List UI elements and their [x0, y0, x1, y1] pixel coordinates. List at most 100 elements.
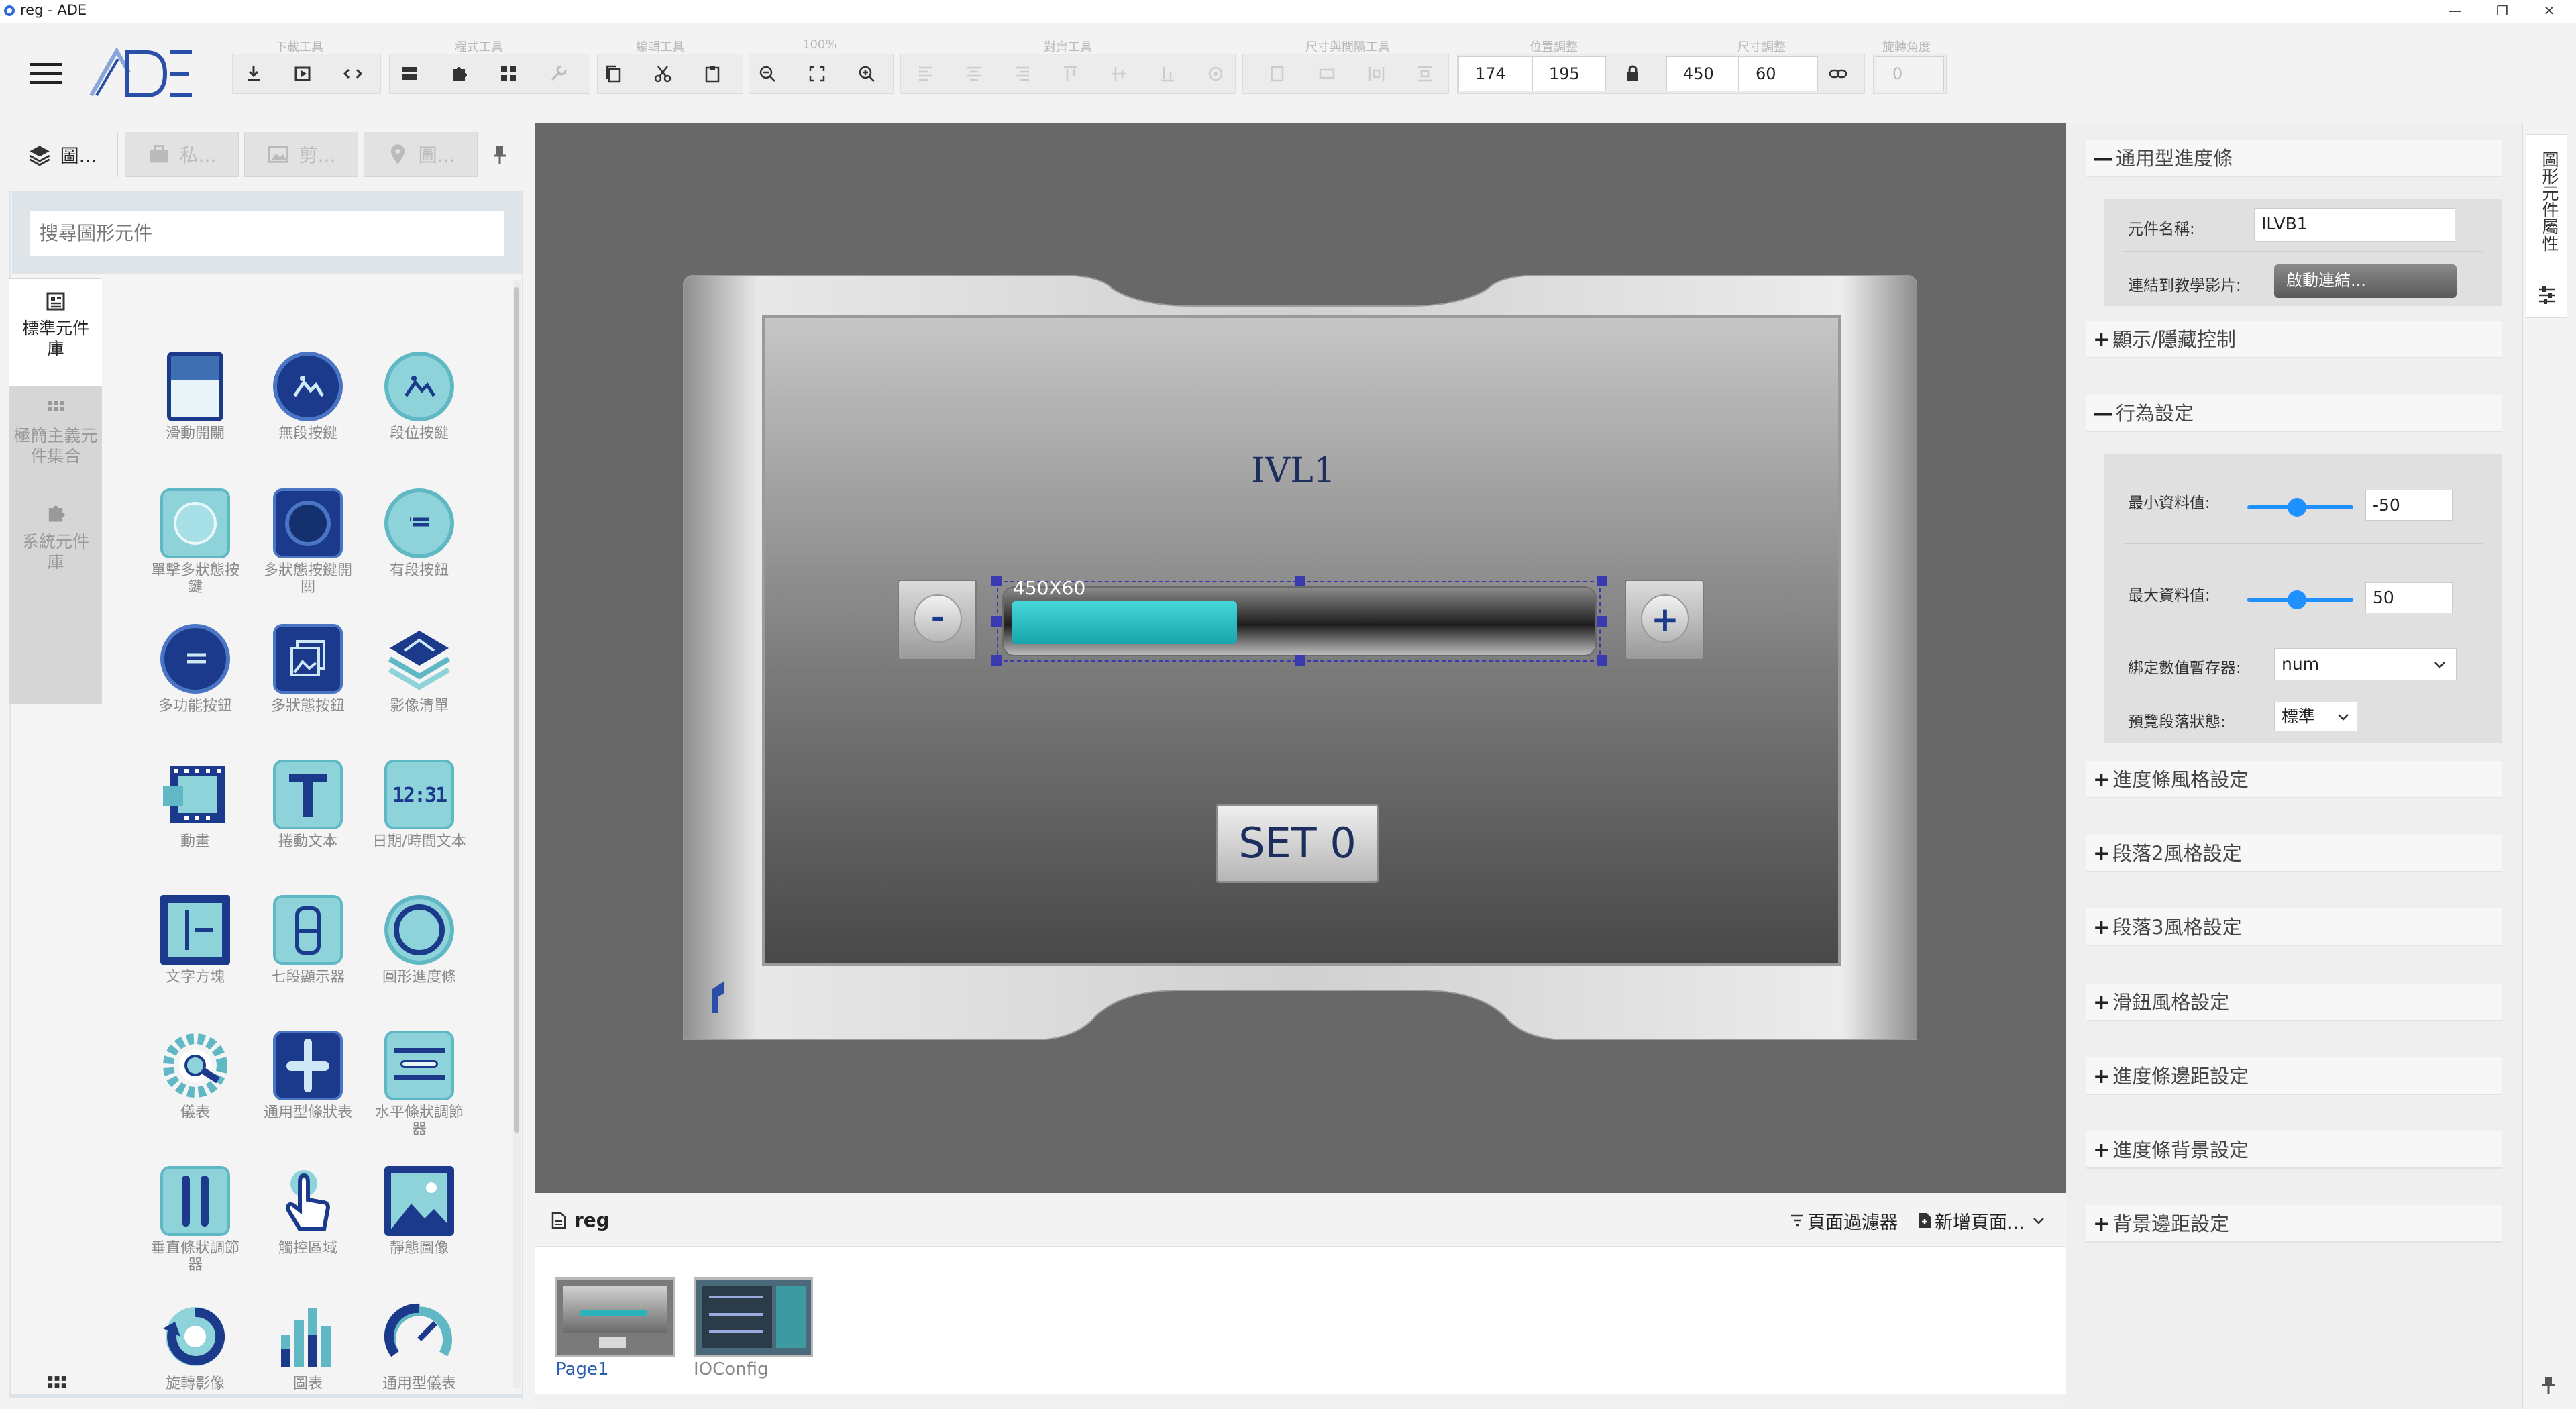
resize-handle-w[interactable]: [991, 616, 1002, 627]
size-height-input[interactable]: 60: [1739, 56, 1818, 91]
position-x-input[interactable]: 174: [1458, 56, 1532, 91]
component-multistate-switch[interactable]: 多狀態按鍵開關: [258, 488, 358, 596]
resize-handle-ne[interactable]: [1597, 576, 1607, 586]
component-horizontal-slider[interactable]: 水平條狀調節器: [369, 1031, 470, 1138]
resize-handle-sw[interactable]: [991, 655, 1002, 666]
component-circular-progress[interactable]: 圓形進度條: [369, 895, 470, 986]
min-value-slider-thumb[interactable]: [2288, 498, 2306, 517]
resize-handle-se[interactable]: [1597, 655, 1607, 666]
chevron-down-icon[interactable]: [2031, 1214, 2046, 1228]
page-thumbnail-page1[interactable]: [555, 1277, 675, 1357]
component-chart[interactable]: 圖表: [258, 1302, 358, 1392]
code-icon[interactable]: [337, 58, 369, 90]
lock-icon[interactable]: [1617, 56, 1649, 91]
puzzle-icon[interactable]: [443, 58, 475, 90]
section-progress-margin[interactable]: + 進度條邊距設定: [2086, 1057, 2502, 1095]
section-progress-background[interactable]: + 進度條背景設定: [2086, 1131, 2502, 1169]
component-step-btn[interactable]: 有段按鈕: [369, 488, 470, 579]
component-static-image[interactable]: 靜態圖像: [369, 1166, 470, 1257]
fit-screen-icon[interactable]: [801, 58, 833, 90]
download-run-icon[interactable]: [287, 58, 319, 90]
decrement-button[interactable]: -: [898, 580, 977, 660]
widgets-icon[interactable]: [492, 58, 525, 90]
copy-icon[interactable]: [597, 58, 629, 90]
component-animation[interactable]: 動畫: [145, 760, 246, 850]
component-gauge[interactable]: 儀表: [145, 1031, 246, 1121]
register-select[interactable]: num: [2274, 648, 2457, 680]
tab-map[interactable]: 圖...: [364, 132, 478, 177]
section-visibility[interactable]: + 顯示/隱藏控制: [2086, 321, 2502, 358]
increment-button[interactable]: +: [1625, 580, 1704, 660]
page-label-ioconfig[interactable]: IOConfig: [694, 1359, 769, 1379]
resize-handle-s[interactable]: [1295, 655, 1305, 666]
link-icon[interactable]: [1822, 56, 1854, 91]
component-multistate-button[interactable]: 多狀態按鈕: [258, 624, 358, 715]
page-filter-label: 頁面過濾器: [1807, 1212, 1898, 1233]
paste-icon[interactable]: [696, 58, 729, 90]
resize-handle-n[interactable]: [1295, 576, 1305, 586]
section-progress-style[interactable]: + 進度條風格設定: [2086, 761, 2502, 798]
max-value-input[interactable]: 50: [2365, 582, 2453, 613]
component-datetime-text[interactable]: 12:31 日期/時間文本: [369, 760, 470, 850]
category-standard[interactable]: 標準元件庫: [9, 279, 102, 386]
launch-link-button[interactable]: 啟動連結...: [2274, 264, 2457, 298]
apps-grid-icon[interactable]: [46, 1370, 68, 1393]
component-text-box[interactable]: 文字方塊: [145, 895, 246, 986]
tab-layers[interactable]: 圖...: [7, 132, 118, 177]
resize-handle-nw[interactable]: [991, 576, 1002, 586]
component-rotate-image[interactable]: 旋轉影像: [145, 1302, 246, 1392]
max-value-slider-thumb[interactable]: [2288, 590, 2306, 609]
design-canvas[interactable]: IVL1 - 450X60 + SET 0: [535, 123, 2066, 1193]
preview-state-select[interactable]: 標準: [2274, 702, 2357, 731]
tab-clip[interactable]: 剪...: [244, 132, 358, 177]
component-seven-segment[interactable]: 七段顯示器: [258, 895, 358, 986]
component-scrollbar[interactable]: [513, 280, 521, 1388]
close-button[interactable]: ✕: [2529, 0, 2569, 23]
size-width-input[interactable]: 450: [1666, 56, 1739, 91]
component-image-list[interactable]: 影像清單: [369, 624, 470, 715]
component-touch-area[interactable]: 觸控區域: [258, 1166, 358, 1257]
minimize-button[interactable]: —: [2435, 0, 2475, 23]
zoom-in-icon[interactable]: [851, 58, 883, 90]
set-zero-button[interactable]: SET 0: [1216, 804, 1379, 883]
component-name-input[interactable]: ILVB1: [2254, 208, 2455, 242]
zoom-out-icon[interactable]: [751, 58, 784, 90]
component-generic-gauge[interactable]: 通用型儀表: [369, 1302, 470, 1392]
component-single-multistate-button[interactable]: 單擊多狀態按鍵: [145, 488, 246, 596]
component-search-input[interactable]: 搜尋圖形元件: [30, 211, 504, 256]
page-thumbnail-ioconfig[interactable]: [694, 1277, 813, 1357]
component-multifunction-button[interactable]: 多功能按鈕: [145, 624, 246, 715]
category-minimalist[interactable]: 極簡主義元件集合: [9, 386, 102, 490]
tab-private[interactable]: 私...: [125, 132, 239, 177]
category-system-label: 系統元件庫: [21, 532, 89, 572]
min-value-input[interactable]: -50: [2365, 490, 2453, 521]
section-generic-progress-bar[interactable]: — 通用型進度條: [2086, 140, 2502, 177]
page-label-page1[interactable]: Page1: [555, 1359, 609, 1379]
component-stepless-button[interactable]: 無段按鍵: [258, 352, 358, 442]
position-y-input[interactable]: 195: [1532, 56, 1606, 91]
section-segment2-style[interactable]: + 段落2風格設定: [2086, 835, 2502, 872]
resize-handle-e[interactable]: [1597, 616, 1607, 627]
component-scrolling-text[interactable]: 捲動文本: [258, 760, 358, 850]
pin-icon[interactable]: [2540, 1375, 2557, 1396]
page-filter-button[interactable]: 頁面過濾器: [1790, 1209, 1898, 1233]
component-slide-switch[interactable]: 滑動開關: [145, 352, 246, 442]
section-segment3-style[interactable]: + 段落3風格設定: [2086, 908, 2502, 946]
properties-side-tab[interactable]: 圖形元件屬性: [2526, 134, 2567, 318]
download-icon[interactable]: [237, 58, 270, 90]
restore-button[interactable]: ❐: [2482, 0, 2522, 23]
rotation-input[interactable]: 0: [1876, 56, 1944, 91]
cut-icon[interactable]: [647, 58, 679, 90]
server-icon[interactable]: [393, 58, 425, 90]
add-page-button[interactable]: 新增頁面...: [1917, 1209, 2025, 1233]
category-system[interactable]: 系統元件庫: [9, 490, 102, 704]
section-behavior[interactable]: — 行為設定: [2086, 395, 2502, 432]
section-knob-style[interactable]: + 滑鈕風格設定: [2086, 984, 2502, 1021]
pin-icon[interactable]: [490, 144, 517, 170]
component-vertical-slider[interactable]: 垂直條狀調節器: [145, 1166, 246, 1273]
section-background-margin[interactable]: + 背景邊距設定: [2086, 1205, 2502, 1243]
hamburger-menu-icon[interactable]: [25, 59, 66, 89]
component-step-button[interactable]: 段位按鍵: [369, 352, 470, 442]
preview-state-label: 預覽段落狀態:: [2128, 713, 2226, 731]
component-generic-bar[interactable]: 通用型條狀表: [258, 1031, 358, 1121]
